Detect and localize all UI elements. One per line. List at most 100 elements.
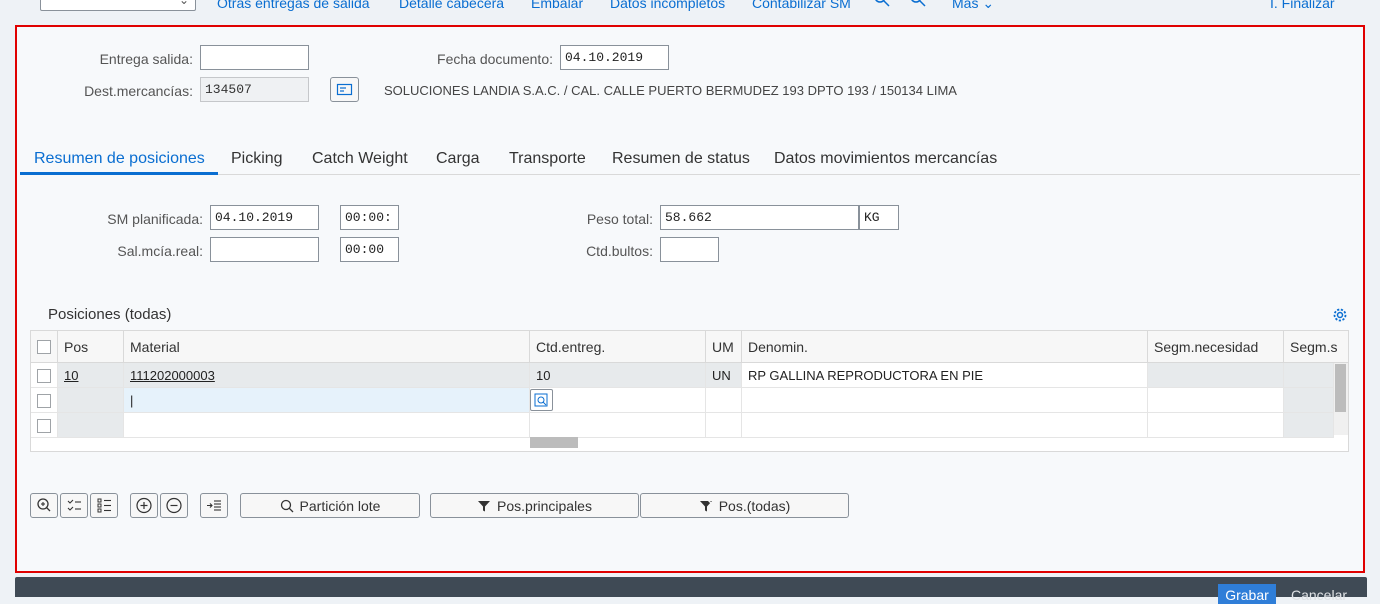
fecha-documento-input[interactable]: 04.10.2019: [560, 45, 669, 70]
cell-ctd-entreg[interactable]: 10: [530, 363, 706, 388]
footer-bar: Grabar Cancelar: [15, 577, 1367, 604]
value-help-icon: [534, 393, 548, 407]
cell-segm-s-empty: [1284, 413, 1334, 438]
expand-button[interactable]: [130, 493, 158, 518]
save-button[interactable]: Grabar: [1218, 584, 1276, 604]
collapse-button[interactable]: [160, 493, 188, 518]
cell-denomin-empty[interactable]: [742, 413, 1148, 438]
toolbar-select[interactable]: ⌄: [40, 0, 196, 11]
toolbar-embalar[interactable]: Embalar: [531, 0, 583, 11]
col-header-um[interactable]: UM: [706, 331, 742, 363]
cell-segm-necesidad-empty[interactable]: [1148, 413, 1284, 438]
pos-todas-label: Pos.(todas): [718, 498, 791, 514]
tab-catch-weight[interactable]: Catch Weight: [312, 150, 408, 168]
cell-pos-empty[interactable]: [58, 413, 124, 438]
toolbar-otras-entregas[interactable]: Otras entregas de salida: [217, 0, 370, 11]
plus-circle-icon: [136, 497, 152, 514]
tab-carga[interactable]: Carga: [436, 150, 480, 168]
details-button[interactable]: [30, 493, 58, 518]
gear-icon[interactable]: [1332, 307, 1348, 323]
row-checkbox[interactable]: [37, 419, 51, 433]
address-card-button[interactable]: [330, 77, 359, 102]
row-checkbox[interactable]: [37, 394, 51, 408]
cell-segm-necesidad-empty[interactable]: [1148, 388, 1284, 413]
sm-planificada-time-input[interactable]: 00:00:: [340, 205, 399, 230]
top-toolbar: ⌄ Otras entregas de salida Detalle cabec…: [0, 0, 1380, 12]
col-header-denomin[interactable]: Denomin.: [742, 331, 1148, 363]
toolbar-datos-incompletos[interactable]: Datos incompletos: [610, 0, 725, 11]
peso-unit-input[interactable]: KG: [859, 205, 899, 230]
sm-planificada-date-input[interactable]: 04.10.2019: [210, 205, 319, 230]
pos-todas-button[interactable]: Pos.(todas): [640, 493, 849, 518]
col-header-pos[interactable]: Pos: [58, 331, 124, 363]
deselect-all-button[interactable]: [90, 493, 118, 518]
table-row-select[interactable]: [31, 413, 58, 438]
pos-principales-button[interactable]: Pos.principales: [430, 493, 639, 518]
table-row-select[interactable]: [31, 388, 58, 413]
cell-um-empty[interactable]: [706, 388, 742, 413]
col-header-segm-necesidad[interactable]: Segm.necesidad: [1148, 331, 1284, 363]
select-all-button[interactable]: [60, 493, 88, 518]
toolbar-more-button[interactable]: Más ⌄: [952, 0, 994, 12]
minus-circle-icon: [166, 497, 182, 514]
ctd-bultos-label: Ctd.bultos:: [586, 243, 653, 259]
vertical-scrollbar[interactable]: [1334, 363, 1348, 435]
cancel-button[interactable]: Cancelar: [1291, 587, 1347, 603]
entrega-salida-input[interactable]: [200, 45, 309, 70]
cell-denomin-empty[interactable]: [742, 388, 1148, 413]
vertical-scroll-thumb[interactable]: [1335, 364, 1346, 412]
select-all-cell[interactable]: [31, 331, 58, 363]
zoom-in-icon: [37, 498, 51, 512]
cell-um: UN: [706, 363, 742, 388]
tab-picking[interactable]: Picking: [231, 150, 283, 168]
list-icon: [97, 498, 111, 513]
row-checkbox[interactable]: [37, 369, 51, 383]
toolbar-finalizar[interactable]: I. Finalizar: [1270, 0, 1335, 11]
search-icon[interactable]: [874, 0, 890, 7]
sal-mcia-real-label: Sal.mcía.real:: [117, 243, 203, 259]
cell-ctd-empty[interactable]: [530, 388, 706, 413]
col-header-material[interactable]: Material: [124, 331, 530, 363]
cell-pos-link[interactable]: 10: [58, 363, 124, 388]
cell-segm-s-empty: [1284, 388, 1334, 413]
toolbar-detalle-cabecera[interactable]: Detalle cabecera: [399, 0, 504, 11]
particion-lote-button[interactable]: Partición lote: [240, 493, 420, 518]
delivery-form-panel: [15, 25, 1365, 573]
cell-pos-empty[interactable]: [58, 388, 124, 413]
search-next-icon[interactable]: [910, 0, 926, 7]
horizontal-scroll-thumb[interactable]: [530, 437, 578, 448]
cell-ctd-empty[interactable]: [530, 413, 706, 438]
cell-denomin: RP GALLINA REPRODUCTORA EN PIE: [742, 363, 1148, 388]
dest-mercancias-label: Dest.mercancías:: [84, 83, 193, 99]
tab-transporte[interactable]: Transporte: [509, 150, 586, 168]
sal-mcia-real-date-input[interactable]: [210, 237, 319, 262]
chevron-down-icon: ⌄: [982, 0, 995, 11]
tab-resumen-status[interactable]: Resumen de status: [612, 150, 750, 168]
tab-datos-movimientos[interactable]: Datos movimientos mercancías: [774, 150, 997, 168]
cell-material-link[interactable]: 111202000003: [124, 363, 530, 388]
particion-lote-label: Partición lote: [299, 498, 381, 514]
zoom-icon: [280, 499, 293, 513]
col-header-segm-s[interactable]: Segm.s: [1284, 331, 1348, 363]
ctd-bultos-input[interactable]: [660, 237, 719, 262]
cell-material-empty[interactable]: [124, 413, 530, 438]
positions-table: Pos Material Ctd.entreg. UM Denomin. Seg…: [30, 330, 1349, 452]
entrega-label: Entrega salida:: [99, 51, 193, 67]
chevron-down-icon: ⌄: [178, 0, 189, 7]
toolbar-contabilizar-sm[interactable]: Contabilizar SM: [752, 0, 851, 11]
sm-planificada-label: SM planificada:: [107, 211, 203, 227]
cell-um-empty[interactable]: [706, 413, 742, 438]
table-row-select[interactable]: [31, 363, 58, 388]
toolbar-more-label: Más: [952, 0, 979, 11]
cell-segm-necesidad: [1148, 363, 1284, 388]
value-help-button[interactable]: [530, 389, 553, 411]
tab-resumen-posiciones[interactable]: Resumen de posiciones: [34, 150, 205, 168]
select-all-checkbox[interactable]: [37, 340, 51, 354]
indent-button[interactable]: [200, 493, 228, 518]
col-header-ctd-entreg[interactable]: Ctd.entreg.: [530, 331, 706, 363]
peso-total-input[interactable]: 58.662: [660, 205, 859, 230]
indent-icon: [207, 500, 221, 511]
peso-total-label: Peso total:: [586, 211, 653, 227]
sal-mcia-real-time-input[interactable]: 00:00: [340, 237, 399, 262]
material-input-cell[interactable]: |: [124, 388, 530, 413]
